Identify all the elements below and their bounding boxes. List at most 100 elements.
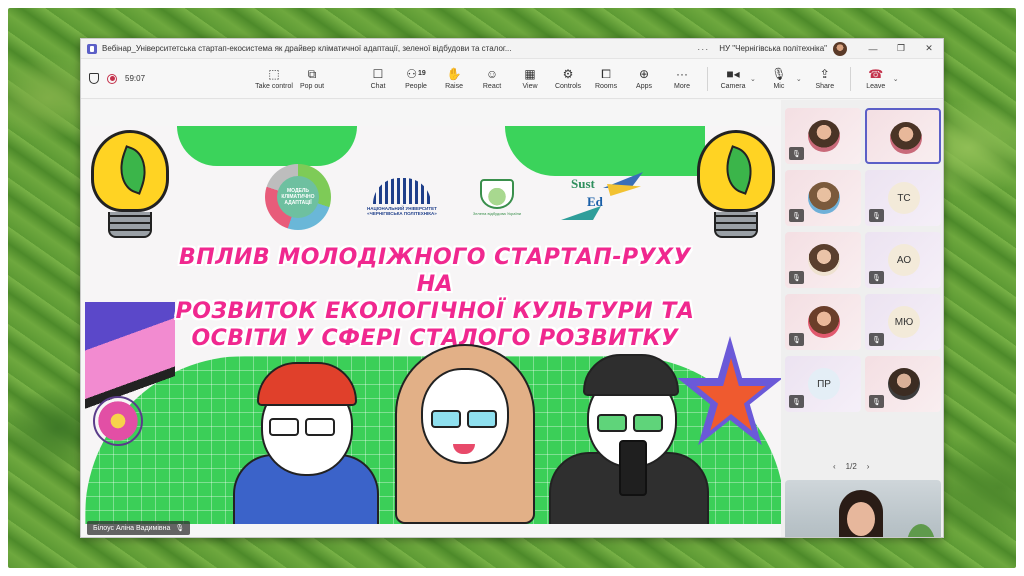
participant-tile-speaking[interactable] <box>865 108 941 164</box>
participant-tile[interactable]: АО 🎙 <box>865 232 941 288</box>
share-icon: ⇪ <box>819 66 830 81</box>
title-more-icon[interactable]: ··· <box>697 44 709 54</box>
background-plant <box>907 524 935 537</box>
minimize-button[interactable]: — <box>859 44 887 54</box>
mic-off-icon: 🎙 <box>789 395 804 408</box>
leave-options-chevron-icon[interactable]: ⌄ <box>893 75 899 83</box>
organization-name[interactable]: НУ "Чернігівська політехніка" <box>719 44 827 53</box>
chat-button[interactable]: ☐ Chat <box>359 61 397 97</box>
pop-out-button[interactable]: ⧉ Pop out <box>293 61 331 97</box>
lightbulb-icon <box>91 130 169 238</box>
shared-content-stage: МОДЕЛЬ КЛІМАТИЧНО АДАПТАЦІЇ НАЦІОНАЛЬНИЙ… <box>81 100 781 537</box>
participant-photo <box>808 306 840 338</box>
participant-tile[interactable]: ТС 🎙 <box>865 170 941 226</box>
chat-icon: ☐ <box>372 66 384 81</box>
page-indicator: 1/2 <box>845 462 857 471</box>
react-icon: ☺ <box>485 66 499 81</box>
mic-off-icon: 🎙 <box>869 209 884 222</box>
camera-button[interactable]: ■◂ Camera <box>714 61 752 97</box>
logo-row: МОДЕЛЬ КЛІМАТИЧНО АДАПТАЦІЇ НАЦІОНАЛЬНИЙ… <box>265 164 647 230</box>
mic-button[interactable]: 🎙 Mic <box>760 61 798 97</box>
mic-off-icon: 🎙 <box>175 525 185 532</box>
apps-icon: ⊕ <box>639 66 650 81</box>
self-video-person <box>829 490 893 537</box>
participant-tile[interactable]: МЮ 🎙 <box>865 294 941 350</box>
participant-initials: АО <box>888 244 920 276</box>
mic-off-icon: 🎙 <box>869 395 884 408</box>
title-bar: Вебінар_Університетська стартап-екосисте… <box>81 39 943 59</box>
chevron-left-icon[interactable]: ‹ <box>833 462 836 471</box>
participant-tile[interactable]: 🎙 <box>785 294 861 350</box>
apps-button[interactable]: ⊕ Apps <box>625 61 663 97</box>
chevron-right-icon[interactable]: › <box>867 462 870 471</box>
flower-icon <box>93 396 143 446</box>
participant-initials: МЮ <box>888 306 920 338</box>
leave-button[interactable]: ☎ Leave <box>857 61 895 97</box>
participant-tile[interactable]: ПР 🎙 <box>785 356 861 412</box>
character-boy-black-cap <box>545 344 715 524</box>
university-logo: НАЦІОНАЛЬНИЙ УНІВЕРСИТЕТ «ЧЕРНІГІВСЬКА П… <box>367 178 437 216</box>
participant-photo <box>888 368 920 400</box>
take-control-icon: ⬚ <box>268 66 280 81</box>
account-avatar[interactable] <box>833 41 847 56</box>
people-button[interactable]: ⚇ 19 People <box>397 61 435 97</box>
lightbulb-icon <box>697 130 775 238</box>
self-video-preview[interactable]: ▮ 🎙 <box>785 480 941 537</box>
susted-logo: Sust Ed <box>557 170 647 224</box>
toolbar-divider <box>707 66 709 91</box>
window-title: Вебінар_Університетська стартап-екосисте… <box>102 44 512 53</box>
controls-button[interactable]: ⚙ Controls <box>549 61 587 97</box>
participant-tile[interactable]: 🎙 <box>865 356 941 412</box>
participant-photo <box>808 120 840 152</box>
mic-off-icon: 🎙 <box>789 147 804 160</box>
participant-photo <box>808 182 840 214</box>
mic-off-icon: 🎙 <box>789 271 804 284</box>
participant-tile[interactable]: 🎙 <box>785 232 861 288</box>
teams-app-icon <box>87 43 97 54</box>
rooms-icon: ⧠ <box>601 66 611 81</box>
more-icon: ··· <box>676 66 689 81</box>
participants-gallery: 🎙 🎙 ТС 🎙 🎙 АО 🎙 🎙 МЮ 🎙 ПР 🎙 🎙 ‹ 1/2 › <box>781 100 943 537</box>
shared-slide: МОДЕЛЬ КЛІМАТИЧНО АДАПТАЦІЇ НАЦІОНАЛЬНИЙ… <box>85 126 781 524</box>
toolbar-divider <box>849 66 851 91</box>
participant-tile[interactable]: 🎙 <box>785 170 861 226</box>
raise-hand-button[interactable]: ✋ Raise <box>435 61 473 97</box>
climate-model-logo: МОДЕЛЬ КЛІМАТИЧНО АДАПТАЦІЇ <box>265 164 331 230</box>
react-button[interactable]: ☺ React <box>473 61 511 97</box>
mic-off-icon: 🎙 <box>869 271 884 284</box>
participant-tile[interactable]: 🎙 <box>785 108 861 164</box>
share-button[interactable]: ⇪ Share <box>806 61 844 97</box>
presenter-name-tag: Білоус Аліна Вадимівна 🎙 <box>87 521 191 535</box>
more-button[interactable]: ··· More <box>663 61 701 97</box>
people-icon: ⚇ <box>406 66 418 81</box>
meeting-toolbar: 59:07 ⬚ Take control ⧉ Pop out ☐ Chat ⚇ 1… <box>81 59 943 99</box>
green-recovery-logo: Зелена відбудова України <box>473 178 521 216</box>
slide-title: ВПЛИВ МОЛОДІЖНОГО СТАРТАП-РУХУ НА РОЗВИТ… <box>175 245 695 351</box>
mic-off-icon: 🎙 <box>869 333 884 346</box>
view-button[interactable]: ▦ View <box>511 61 549 97</box>
participant-initials: ТС <box>888 182 920 214</box>
character-girl-long-hair <box>385 344 545 524</box>
camera-icon: ■◂ <box>726 66 740 81</box>
mic-options-chevron-icon[interactable]: ⌄ <box>796 75 802 83</box>
controls-icon: ⚙ <box>562 66 574 81</box>
shield-icon[interactable] <box>89 73 99 84</box>
mic-off-icon: 🎙 <box>789 209 804 222</box>
mic-off-icon: 🎙 <box>771 66 787 81</box>
pop-out-icon: ⧉ <box>307 66 317 81</box>
leave-icon: ☎ <box>868 66 884 81</box>
participant-photo <box>808 244 840 276</box>
recording-icon <box>107 73 117 84</box>
character-boy-red-hat <box>225 354 385 524</box>
rooms-button[interactable]: ⧠ Rooms <box>587 61 625 97</box>
close-button[interactable]: ✕ <box>915 43 943 54</box>
meeting-timer: 59:07 <box>125 74 146 83</box>
camera-options-chevron-icon[interactable]: ⌄ <box>750 75 756 83</box>
slide-green-shape <box>177 126 357 166</box>
maximize-button[interactable]: ❐ <box>887 43 915 54</box>
take-control-button[interactable]: ⬚ Take control <box>255 61 293 97</box>
gallery-pager: ‹ 1/2 › <box>833 462 869 471</box>
mic-off-icon: 🎙 <box>789 333 804 346</box>
participant-initials: ПР <box>808 368 840 400</box>
people-count: 19 <box>418 69 426 77</box>
